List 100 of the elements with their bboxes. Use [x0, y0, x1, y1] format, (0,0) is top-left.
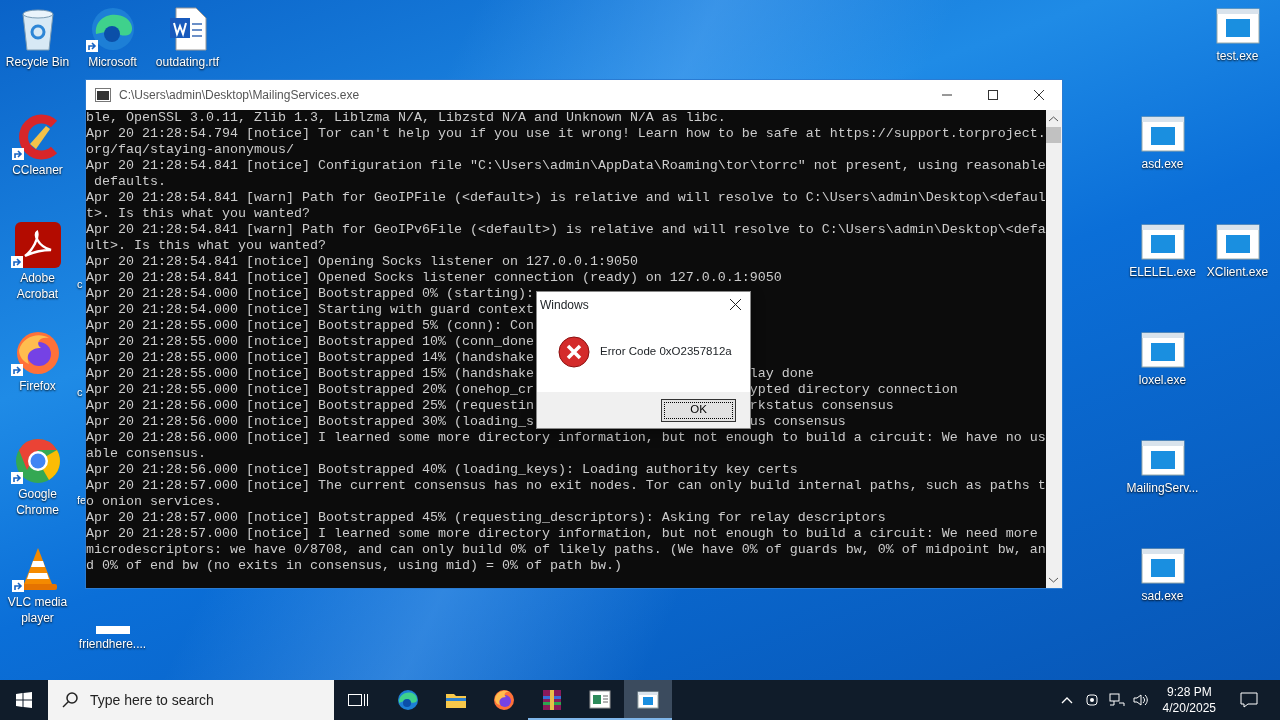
- desktop-icon[interactable]: friendhere....: [75, 620, 150, 652]
- browser-icon: [14, 330, 61, 376]
- icon-label: c: [77, 385, 83, 400]
- console-text: Apr 20 21:28:57.000 [notice] Bootstrapped 45% (requesting_descriptors): Asking for relay descriptors: [86, 510, 886, 526]
- console-text: Apr 20 21:28:54.841 [warn] Path for GeoIPFile (<default>) is relative and will resolve to C:\Users\admin\Desktop\<defaul: [86, 190, 1046, 206]
- search-icon: [62, 692, 78, 708]
- close-icon[interactable]: [730, 299, 741, 310]
- icon-label: Adobe Acrobat: [15, 270, 60, 302]
- console-text: Apr 20 21:28:54.000 [notice] Starting with guard context: [86, 302, 534, 318]
- desktop-icon[interactable]: VLC media player: [0, 540, 75, 626]
- search-placeholder: Type here to search: [90, 690, 214, 710]
- document-app-icon: [14, 222, 61, 268]
- console-text: defaults.: [93, 174, 166, 190]
- app-window-icon: [1215, 222, 1260, 262]
- task-view-icon: [347, 694, 369, 706]
- console-text: able consensus.: [86, 446, 206, 462]
- console-text: ble, OpenSSL 3.0.11, Zlib 1.3, Liblzma N/A, Libzstd N/A and Unknown N/A as libc.: [86, 110, 726, 126]
- console-text: Apr 20 21:28:56.000 [notice] Bootstrapped 40% (loading_keys): Loading authority key certs: [86, 462, 798, 478]
- browser-icon: [397, 689, 419, 711]
- scrollbar-thumb[interactable]: [1046, 127, 1062, 143]
- console-text: Apr 20 21:28:54.841 [notice] Opened Socks listener connection (ready) on 127.0.0.1:9050: [86, 270, 782, 286]
- desktop-icon[interactable]: CCleaner: [0, 108, 75, 178]
- console-text: rkstatus consensus: [749, 398, 894, 414]
- window-title: C:\Users\admin\Desktop\MailingServices.exe: [119, 87, 361, 104]
- scroll-down-icon[interactable]: [1049, 577, 1059, 583]
- console-text: lay done: [749, 366, 814, 382]
- desktop-icon[interactable]: loxel.exe: [1125, 324, 1200, 388]
- desktop-icon[interactable]: test.exe: [1200, 0, 1275, 64]
- desktop-icon[interactable]: MailingServ...: [1125, 432, 1200, 496]
- icon-label: loxel.exe: [1138, 372, 1187, 388]
- console-text: ult>. Is this what you wanted?: [86, 238, 326, 254]
- console-text: Apr 20 21:28:55.000 [notice] Bootstrapped 10% (conn_done: [86, 334, 534, 350]
- desktop-icon[interactable]: Firefox: [0, 324, 75, 394]
- error-icon: [558, 335, 590, 368]
- console-text: Apr 20 21:28:54.794 [notice] Tor can't help you if you use it wrong! Learn how to be safe at https://support.torproject.: [86, 126, 1046, 142]
- search-field[interactable]: Type here to search: [48, 680, 334, 720]
- network-icon[interactable]: [1108, 693, 1125, 707]
- browser-icon: [14, 438, 61, 484]
- desktop-icon[interactable]: sad.exe: [1125, 540, 1200, 604]
- windows-logo-icon: [16, 692, 32, 708]
- desktop-icon[interactable]: Google Chrome: [0, 432, 75, 518]
- app-window-icon: [1140, 330, 1185, 370]
- icon-label: CCleaner: [12, 162, 63, 178]
- desktop-icon[interactable]: Microsoft: [75, 0, 150, 70]
- console-text: Apr 20 21:28:54.000 [notice] Bootstrapped 0% (starting):: [86, 286, 534, 302]
- icon-label: Firefox: [19, 378, 56, 394]
- console-text: Apr 20 21:28:56.000 [notice] I learned some more directory information, but not enough to build a circuit: We have no us: [86, 430, 1046, 446]
- icon-label: Recycle Bin: [5, 54, 70, 70]
- icon-label: ELELEL.exe: [1129, 264, 1196, 280]
- clock[interactable]: 9:28 PM 4/20/2025: [1154, 684, 1224, 716]
- console-text: Apr 20 21:28:54.841 [warn] Path for GeoIPv6File (<default>) is relative and will resolve to C:\Users\admin\Desktop\<defa: [86, 222, 1046, 238]
- browser-icon: [89, 6, 136, 52]
- console-text: us consensus: [749, 414, 846, 430]
- desktop-icon[interactable]: asd.exe: [1125, 108, 1200, 172]
- device-icon[interactable]: [1084, 693, 1099, 707]
- console-text: Apr 20 21:28:54.841 [notice] Configuration file "C:\Users\admin\AppData\Roaming\tor\torrc" not present, using reasonable: [86, 158, 1046, 174]
- app-window-icon: [637, 689, 659, 711]
- desktop-icon[interactable]: outdating.rtf: [150, 0, 225, 70]
- app-window-icon: [1140, 222, 1185, 262]
- icon-label: MailingServ...: [1126, 480, 1199, 496]
- error-message: Error Code 0xO2357812a: [600, 343, 732, 359]
- console-text: d 0% of end bw (no exits in consensus, using mid) = 0% of path bw.): [86, 558, 622, 574]
- icon-label: XClient.exe: [1206, 264, 1269, 280]
- console-text: Apr 20 21:28:55.000 [notice] Bootstrapped 20% (onehop_cr: [86, 382, 534, 398]
- desktop-icon[interactable]: XClient.exe: [1200, 216, 1275, 280]
- desktop-icon[interactable]: ELELEL.exe: [1125, 216, 1200, 280]
- file-icon: [95, 626, 130, 634]
- icon-label: Google Chrome: [15, 486, 60, 518]
- ok-button[interactable]: OK: [661, 398, 736, 422]
- app-window-icon: [1140, 546, 1185, 586]
- icon-label: asd.exe: [1141, 156, 1184, 172]
- desktop-icon[interactable]: Adobe Acrobat: [0, 216, 75, 302]
- notification-icon[interactable]: [1240, 692, 1258, 708]
- console-text: Apr 20 21:28:57.000 [notice] The current consensus has no exit nodes. Tor can only build internal paths, such as paths t: [86, 478, 1046, 494]
- app-window-icon: [589, 689, 611, 711]
- desktop-icon[interactable]: Recycle Bin: [0, 0, 75, 70]
- console-text: Apr 20 21:28:56.000 [notice] Bootstrapped 25% (requestin: [86, 398, 534, 414]
- console-text: Apr 20 21:28:57.000 [notice] I learned some more directory information, but not enough to build a circuit: We need more: [86, 526, 1038, 542]
- dialog-title: Windows: [540, 296, 590, 314]
- volume-icon[interactable]: [1132, 693, 1149, 707]
- app-window-icon: [1140, 114, 1185, 154]
- console-text: t>. Is this what you wanted?: [86, 206, 310, 222]
- scroll-up-icon[interactable]: [1049, 116, 1059, 122]
- icon-label: sad.exe: [1141, 588, 1184, 604]
- console-text: Apr 20 21:28:55.000 [notice] Bootstrapped 14% (handshake: [86, 350, 534, 366]
- app-window-icon: [1215, 6, 1260, 46]
- console-icon: [95, 88, 111, 102]
- console-text: org/faq/staying-anonymous/: [86, 142, 294, 158]
- browser-icon: [493, 689, 515, 711]
- icon-label: VLC media player: [6, 594, 69, 626]
- document-icon: [167, 6, 208, 52]
- console-text: o onion services.: [86, 494, 222, 510]
- console-text: Apr 20 21:28:56.000 [notice] Bootstrapped 30% (loading_s: [86, 414, 534, 430]
- icon-label: test.exe: [1216, 48, 1259, 64]
- chevron-up-icon[interactable]: [1060, 696, 1073, 704]
- icon-label: Microsoft: [88, 54, 137, 70]
- app-window-icon: [1140, 438, 1185, 478]
- taskbar-app-button[interactable]: [624, 680, 672, 720]
- console-text: Apr 20 21:28:54.841 [notice] Opening Socks listener on 127.0.0.1:9050: [86, 254, 638, 270]
- icon-label: c: [77, 277, 83, 292]
